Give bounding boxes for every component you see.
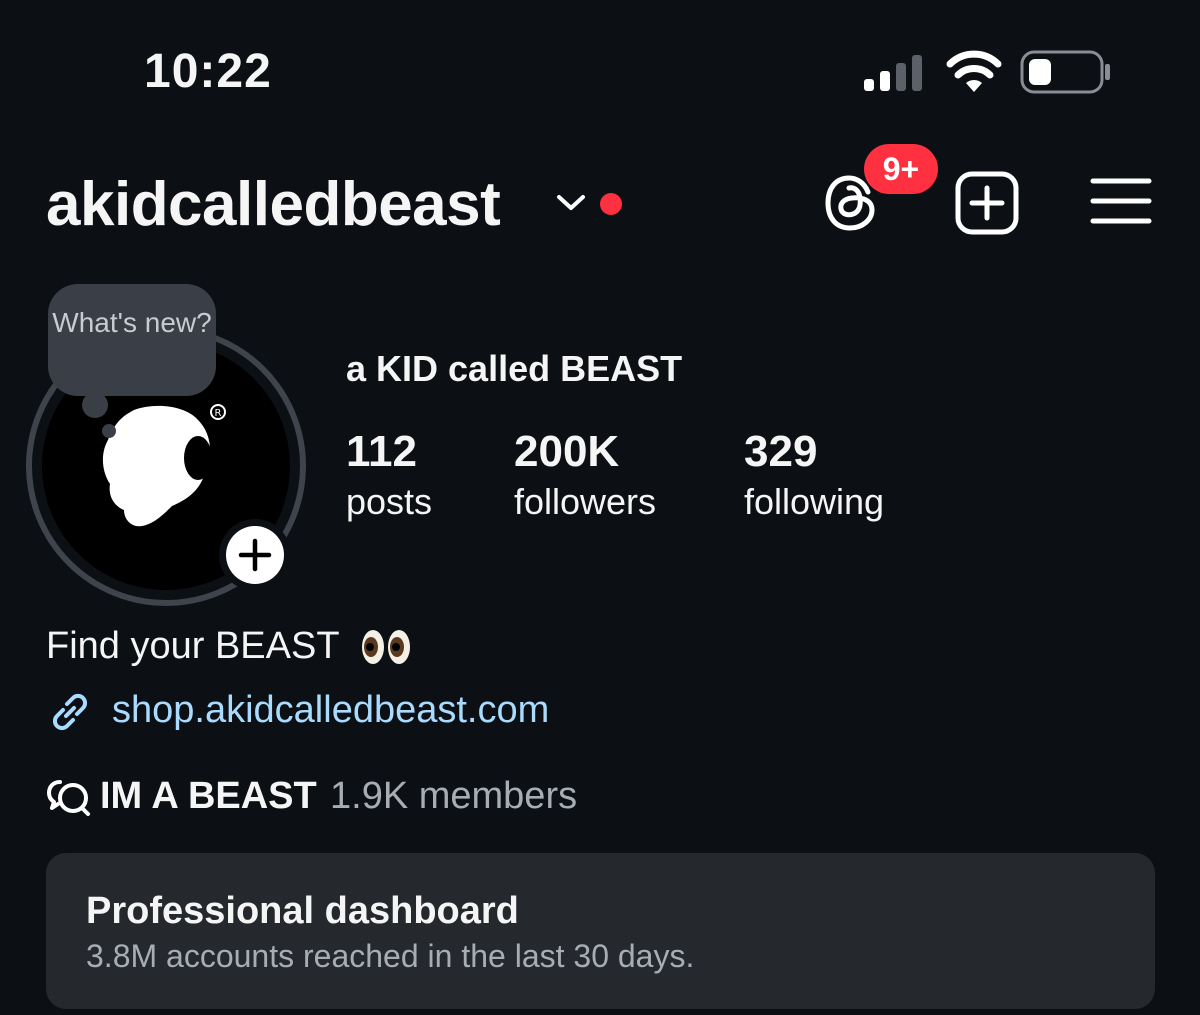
stat-value: 329 — [744, 427, 818, 476]
wifi-icon — [946, 50, 1002, 92]
channel-members: 1.9K members — [330, 775, 578, 817]
menu-icon[interactable] — [1090, 176, 1152, 226]
link-icon — [52, 693, 88, 731]
profile-username[interactable]: akidcalledbeast — [46, 170, 501, 240]
stat-label: posts — [346, 481, 433, 522]
display-name: a KID called BEAST — [346, 348, 683, 389]
add-story-button[interactable] — [219, 519, 291, 591]
note-tail-small — [102, 424, 116, 438]
beast-logo-icon: R — [102, 404, 226, 527]
unread-dot — [600, 193, 622, 215]
stat-label: followers — [514, 481, 657, 522]
note-tail — [82, 392, 108, 418]
stat-value: 200K — [514, 427, 620, 476]
professional-dashboard-card[interactable]: Professional dashboard 3.8M accounts rea… — [46, 853, 1155, 1009]
broadcast-channel-icon — [47, 780, 90, 816]
dashboard-title: Professional dashboard — [86, 890, 519, 932]
profile-link[interactable]: shop.akidcalledbeast.com — [112, 688, 549, 732]
stat-followers[interactable]: 200K followers — [514, 428, 656, 524]
bio-text: Find your BEAST — [46, 625, 340, 667]
add-story-circle — [226, 526, 284, 584]
stat-label: following — [744, 481, 885, 522]
create-plus-icon[interactable] — [954, 170, 1020, 236]
eyes-emoji-icon — [362, 630, 410, 664]
stat-posts[interactable]: 112 posts — [346, 428, 432, 524]
dashboard-subtitle: 3.8M accounts reached in the last 30 day… — [86, 938, 695, 974]
svg-text:R: R — [215, 408, 222, 419]
stat-value: 112 — [346, 427, 417, 476]
plus-icon — [238, 538, 272, 572]
status-time: 10:22 — [144, 45, 272, 98]
notification-badge: 9+ — [864, 144, 938, 194]
stat-following[interactable]: 329 following — [744, 428, 884, 524]
profile-screen: 10:22 akidcalledbeast 9+ R What's new? a… — [0, 0, 1200, 1015]
channel-name[interactable]: IM A BEAST — [100, 774, 317, 818]
battery-icon — [1020, 50, 1110, 94]
note-bubble[interactable]: What's new? — [48, 284, 216, 396]
cellular-signal-icon — [864, 55, 922, 91]
chevron-down-icon[interactable] — [556, 192, 586, 214]
